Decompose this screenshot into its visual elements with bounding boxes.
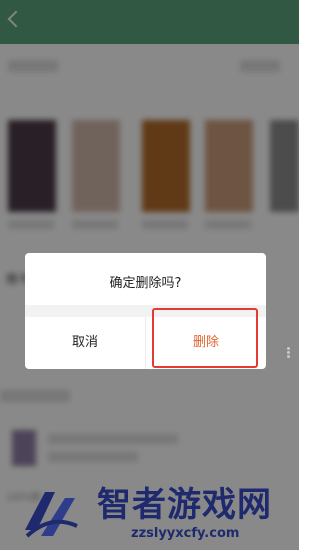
app-screen: 推书 100%数 确定删除吗? 取消 删除 智者游戏网 zzslyyxcfy.c… bbox=[0, 0, 299, 550]
more-icon bbox=[285, 346, 291, 362]
cancel-button[interactable]: 取消 bbox=[25, 317, 145, 369]
watermark: 智者游戏网 zzslyyxcfy.com bbox=[15, 480, 299, 550]
watermark-url: zzslyyxcfy.com bbox=[131, 526, 240, 541]
delete-highlight-box bbox=[152, 308, 258, 368]
watermark-logo-icon bbox=[25, 492, 78, 538]
dialog-title: 确定删除吗? bbox=[109, 276, 182, 291]
watermark-title: 智者游戏网 bbox=[97, 485, 272, 525]
